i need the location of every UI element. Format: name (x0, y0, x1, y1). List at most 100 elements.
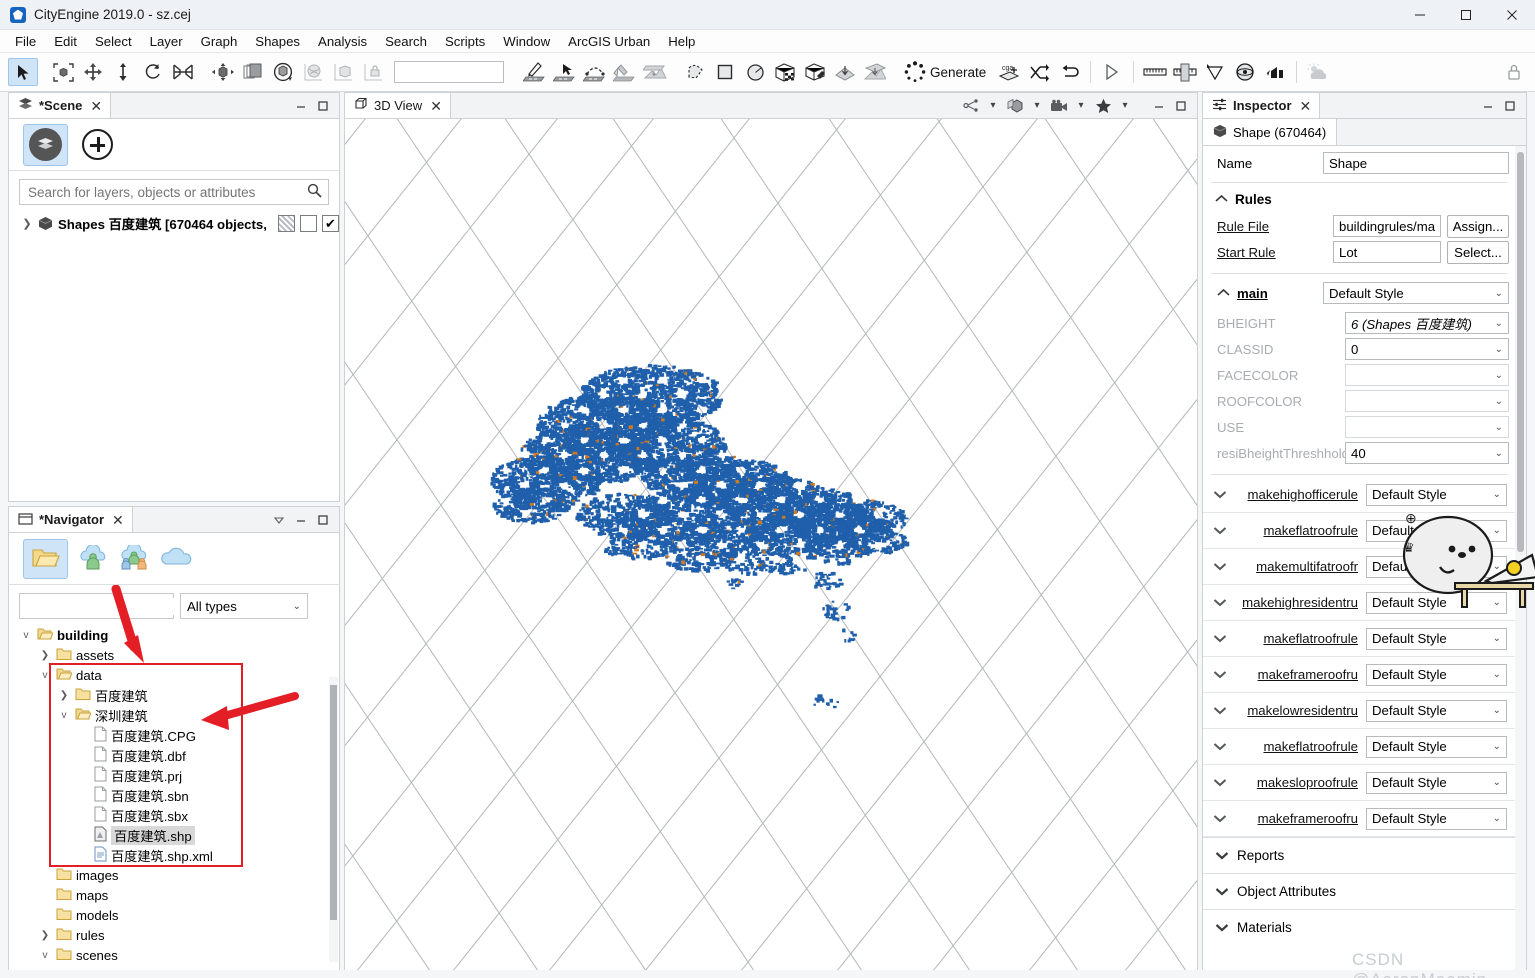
rule-style-dropdown[interactable]: Default Style ⌄ (1366, 735, 1507, 758)
menu-layer[interactable]: Layer (141, 32, 192, 51)
polygonal-street-icon[interactable] (520, 58, 550, 86)
attribute-field[interactable]: ⌄ (1345, 416, 1509, 438)
maximize-icon[interactable] (1500, 96, 1520, 116)
visibility-analysis-icon[interactable] (1230, 58, 1260, 86)
inspector-collapsed-section[interactable]: Reports (1203, 837, 1515, 873)
shuffle-seed-icon[interactable] (1024, 58, 1054, 86)
rule-style-dropdown[interactable]: Default Style ⌄ (1366, 663, 1507, 686)
close-icon[interactable]: ✕ (430, 99, 442, 113)
assign-button[interactable]: Assign... (1447, 214, 1509, 238)
menu-arcgis-urban[interactable]: ArcGIS Urban (559, 32, 659, 51)
rule-style-dropdown[interactable]: Default Style ⌄ (1366, 519, 1507, 542)
menu-shapes[interactable]: Shapes (246, 32, 309, 51)
main-style-dropdown[interactable]: Default Style ⌄ (1323, 282, 1509, 304)
layers-stack-icon[interactable] (238, 58, 268, 86)
chevron-down-icon[interactable] (1213, 704, 1227, 718)
start-rule-field[interactable]: Lot (1333, 241, 1441, 263)
rule-style-dropdown[interactable]: Default Style ⌄ (1366, 483, 1507, 506)
cloud-person-icon[interactable] (78, 543, 108, 573)
camera-icon[interactable] (1049, 96, 1069, 116)
align-object-icon[interactable] (328, 58, 358, 86)
chevron-down-icon[interactable] (1213, 740, 1227, 754)
scene-search-input[interactable] (19, 179, 329, 205)
maximize-icon[interactable] (1171, 96, 1191, 116)
rule-style-dropdown[interactable]: Default Style ⌄ (1366, 591, 1507, 614)
layer-empty-checkbox[interactable] (300, 214, 317, 232)
select-button[interactable]: Select... (1447, 240, 1509, 264)
search-input-field[interactable] (26, 183, 307, 201)
toolbar-search-field[interactable] (394, 61, 504, 83)
chevron-down-icon[interactable] (1213, 632, 1227, 646)
attribute-field[interactable]: ⌄ (1345, 364, 1509, 386)
file-tree-item[interactable]: ❯ 百度建筑 (9, 685, 339, 705)
menu-search[interactable]: Search (376, 32, 436, 51)
rule-name-label[interactable]: makehighresidentru (1233, 595, 1358, 610)
chevron-down-icon[interactable]: v (19, 630, 33, 641)
local-filesystem-button[interactable] (23, 538, 68, 579)
file-tree-item[interactable]: 百度建筑.sbn (9, 785, 339, 805)
rotate-tool-icon[interactable] (138, 58, 168, 86)
navigator-type-filter[interactable]: All types ⌄ (180, 593, 308, 619)
curved-street-icon[interactable] (580, 58, 610, 86)
globe-align-icon[interactable] (298, 58, 328, 86)
rule-file-label[interactable]: Rule File (1217, 219, 1327, 234)
minimize-icon[interactable] (291, 96, 311, 116)
chevron-down-icon[interactable]: ▾ (983, 96, 1003, 116)
rules-section-header[interactable]: Rules (1203, 185, 1515, 213)
chevron-right-icon[interactable]: ❯ (38, 930, 52, 941)
street-select-icon[interactable] (550, 58, 580, 86)
rule-name-label[interactable]: makeframeroofru (1233, 667, 1358, 682)
rule-name-label[interactable]: makeframeroofru (1233, 811, 1358, 826)
chevron-down-icon[interactable] (1213, 776, 1227, 790)
measure-multi-icon[interactable] (1170, 58, 1200, 86)
attribute-field[interactable]: 0 ⌄ (1345, 338, 1509, 360)
measure-ruler-icon[interactable] (1140, 58, 1170, 86)
align-shapes-up-icon[interactable] (830, 58, 860, 86)
menu-scripts[interactable]: Scripts (436, 32, 494, 51)
rule-name-label[interactable]: makehighofficerule (1233, 487, 1358, 502)
cga-rule-icon[interactable]: cga (994, 58, 1024, 86)
inspector-scrollbar-thumb[interactable] (1517, 152, 1524, 552)
start-rule-label[interactable]: Start Rule (1217, 245, 1327, 260)
close-icon[interactable]: ✕ (1300, 99, 1312, 113)
chevron-up-icon[interactable] (1217, 286, 1230, 300)
menu-edit[interactable]: Edit (45, 32, 86, 51)
layer-visible-checkbox[interactable]: ✔ (322, 214, 339, 232)
view3d-canvas[interactable] (345, 119, 1197, 970)
rule-style-dropdown[interactable]: Default Style ⌄ (1366, 771, 1507, 794)
chevron-down-icon[interactable] (1213, 812, 1227, 826)
chevron-down-icon[interactable]: ▾ (1115, 96, 1135, 116)
street-terrain-icon[interactable] (640, 58, 670, 86)
chevron-right-icon[interactable]: ❯ (57, 690, 71, 701)
rule-file-field[interactable]: buildingrules/main (1333, 215, 1441, 237)
rectangle-shape-icon[interactable] (710, 58, 740, 86)
chevron-right-icon[interactable]: ❯ (21, 217, 33, 230)
reset-icon[interactable] (1054, 58, 1084, 86)
orbit-icon[interactable] (268, 58, 298, 86)
cloud-group-icon[interactable] (118, 542, 150, 573)
rule-name-label[interactable]: makeflatroofrule (1233, 739, 1358, 754)
cloud-icon[interactable] (160, 547, 193, 570)
main-rule-label[interactable]: main (1237, 286, 1268, 301)
navigator-search-field[interactable] (25, 597, 205, 615)
tab-navigator[interactable]: *Navigator ✕ (9, 507, 133, 532)
first-person-navigation-icon[interactable] (208, 58, 238, 86)
rule-name-label[interactable]: makelowresidentru (1233, 703, 1358, 718)
add-layer-button[interactable] (82, 129, 113, 160)
file-tree-item[interactable]: 百度建筑.dbf (9, 745, 339, 765)
chevron-down-icon[interactable] (1213, 488, 1227, 502)
menu-analysis[interactable]: Analysis (309, 32, 376, 51)
navigator-scrollbar-thumb[interactable] (330, 685, 337, 920)
file-tree-item[interactable]: ❯ rules (9, 925, 339, 945)
cleanup-shapes-icon[interactable] (800, 58, 830, 86)
lock-icon[interactable] (1499, 58, 1529, 86)
street-cleanup-icon[interactable] (610, 58, 640, 86)
rule-name-label[interactable]: makesloproofrule (1233, 775, 1358, 790)
chevron-down-icon[interactable]: v (38, 670, 52, 681)
file-tree-item[interactable]: ❯ assets (9, 645, 339, 665)
tab-3d-view[interactable]: 3D View ✕ (345, 93, 451, 118)
file-tree-item[interactable]: 百度建筑.sbx (9, 805, 339, 825)
rule-style-dropdown[interactable]: Default Style ⌄ (1366, 555, 1507, 578)
model-display-icon[interactable] (1005, 96, 1025, 116)
chevron-down-icon[interactable] (1213, 560, 1227, 574)
